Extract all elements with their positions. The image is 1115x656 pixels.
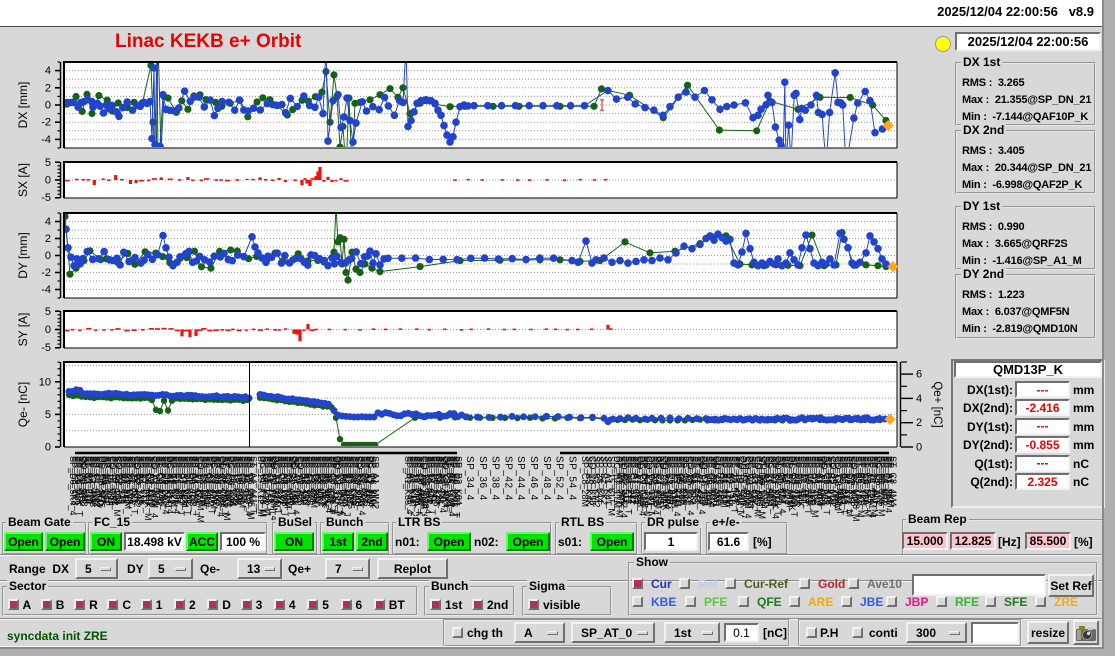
svg-text:SY [A]: SY [A]	[16, 313, 30, 347]
svg-text:-4: -4	[41, 284, 51, 296]
svg-text:4: 4	[916, 393, 922, 405]
svg-text:SP_54_4: SP_54_4	[566, 456, 577, 501]
svg-text:5: 5	[45, 409, 51, 421]
svg-text:SP_44_4: SP_44_4	[515, 456, 526, 501]
svg-text:SP_42_4: SP_42_4	[502, 456, 513, 501]
svg-text:0: 0	[45, 250, 51, 262]
svg-text:0: 0	[45, 442, 51, 454]
svg-text:4: 4	[45, 216, 51, 228]
svg-text:5: 5	[45, 306, 51, 318]
svg-text:-5: -5	[41, 192, 51, 204]
svg-text:SX [A]: SX [A]	[16, 163, 30, 197]
svg-text:2: 2	[45, 233, 51, 245]
svg-text:SP_34_4: SP_34_4	[464, 456, 475, 501]
svg-text:5: 5	[45, 157, 51, 169]
svg-text:0: 0	[45, 175, 51, 187]
svg-text:Qe- [nC]: Qe- [nC]	[16, 382, 30, 427]
svg-text:SP_46_4: SP_46_4	[528, 456, 539, 501]
svg-text:4: 4	[45, 65, 51, 77]
svg-text:SP_52_4: SP_52_4	[554, 456, 565, 501]
svg-text:6: 6	[916, 369, 922, 381]
svg-text:-4: -4	[41, 134, 51, 146]
svg-text:DY [mm]: DY [mm]	[16, 232, 30, 278]
svg-text:2: 2	[916, 417, 922, 429]
svg-text:-5: -5	[41, 342, 51, 354]
svg-text:0: 0	[916, 442, 922, 454]
svg-text:SP_38_4: SP_38_4	[490, 456, 501, 501]
svg-text:0: 0	[45, 324, 51, 336]
svg-text:SP_48_4: SP_48_4	[541, 456, 552, 501]
svg-text:0: 0	[45, 100, 51, 112]
svg-text:2: 2	[45, 82, 51, 94]
svg-text:SP_36_4: SP_36_4	[477, 456, 488, 501]
svg-text:-2: -2	[41, 117, 51, 129]
svg-text:Qe+ [nC]: Qe+ [nC]	[931, 381, 943, 427]
svg-text:DX [mm]: DX [mm]	[16, 82, 30, 129]
svg-text:SP_B2_K84: SP_B2_K84	[454, 456, 464, 505]
svg-text:SP_A1_MM2: SP_A1_MM2	[370, 456, 380, 509]
svg-text:-2: -2	[41, 267, 51, 279]
svg-text:ST_C8_4M4: ST_C8_4M4	[888, 456, 898, 507]
svg-text:10: 10	[39, 376, 51, 388]
